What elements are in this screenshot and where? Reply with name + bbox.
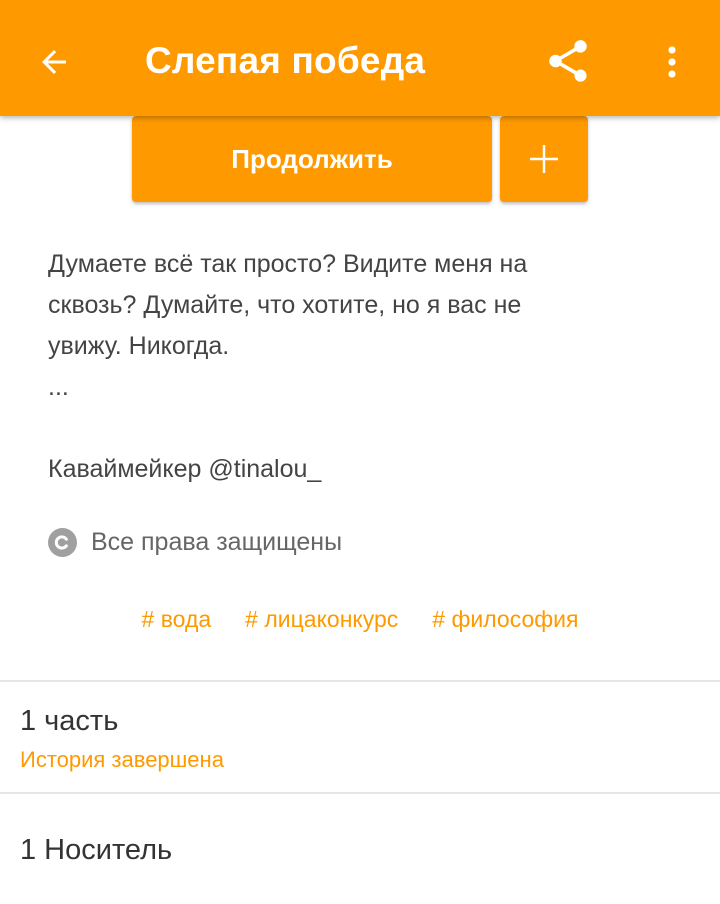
- share-button[interactable]: [540, 33, 596, 89]
- description-gap: [48, 408, 668, 449]
- media-count[interactable]: 1 Носитель: [20, 834, 172, 867]
- continue-reading-button[interactable]: Продолжить: [132, 116, 492, 202]
- copyright-notice: Все права защищены: [48, 524, 342, 560]
- description-line: Думаете всё так просто? Видите меня на: [48, 250, 528, 278]
- divider: [0, 680, 720, 682]
- more-options-button[interactable]: [652, 38, 692, 86]
- tag-link[interactable]: # вода: [142, 606, 212, 633]
- divider: [0, 792, 720, 794]
- description-author-line: Каваймейкер @tinalou_: [48, 455, 322, 483]
- description-line: сквозь? Думайте, что хотите, но я вас не: [48, 291, 522, 319]
- parts-count[interactable]: 1 часть: [20, 705, 118, 738]
- story-description: Думаете всё так просто? Видите меня на с…: [48, 244, 668, 490]
- add-to-library-button[interactable]: [500, 116, 588, 202]
- app-bar: Слепая победа: [0, 0, 720, 116]
- share-icon: [549, 40, 587, 82]
- copyright-icon: [48, 527, 77, 557]
- tag-list: # вода # лицаконкурс # философия: [0, 606, 720, 633]
- back-button[interactable]: [28, 38, 80, 86]
- tag-link[interactable]: # лицаконкурс: [245, 606, 398, 633]
- copyright-text: Все права защищены: [91, 527, 343, 556]
- description-line: ...: [48, 373, 69, 401]
- arrow-left-icon: [42, 50, 66, 74]
- more-vertical-icon: [668, 46, 676, 78]
- page-title: Слепая победа: [145, 40, 426, 81]
- description-line: увижу. Никогда.: [48, 332, 230, 360]
- story-status: История завершена: [20, 747, 224, 772]
- tag-link[interactable]: # философия: [432, 606, 578, 633]
- plus-icon: [530, 145, 558, 173]
